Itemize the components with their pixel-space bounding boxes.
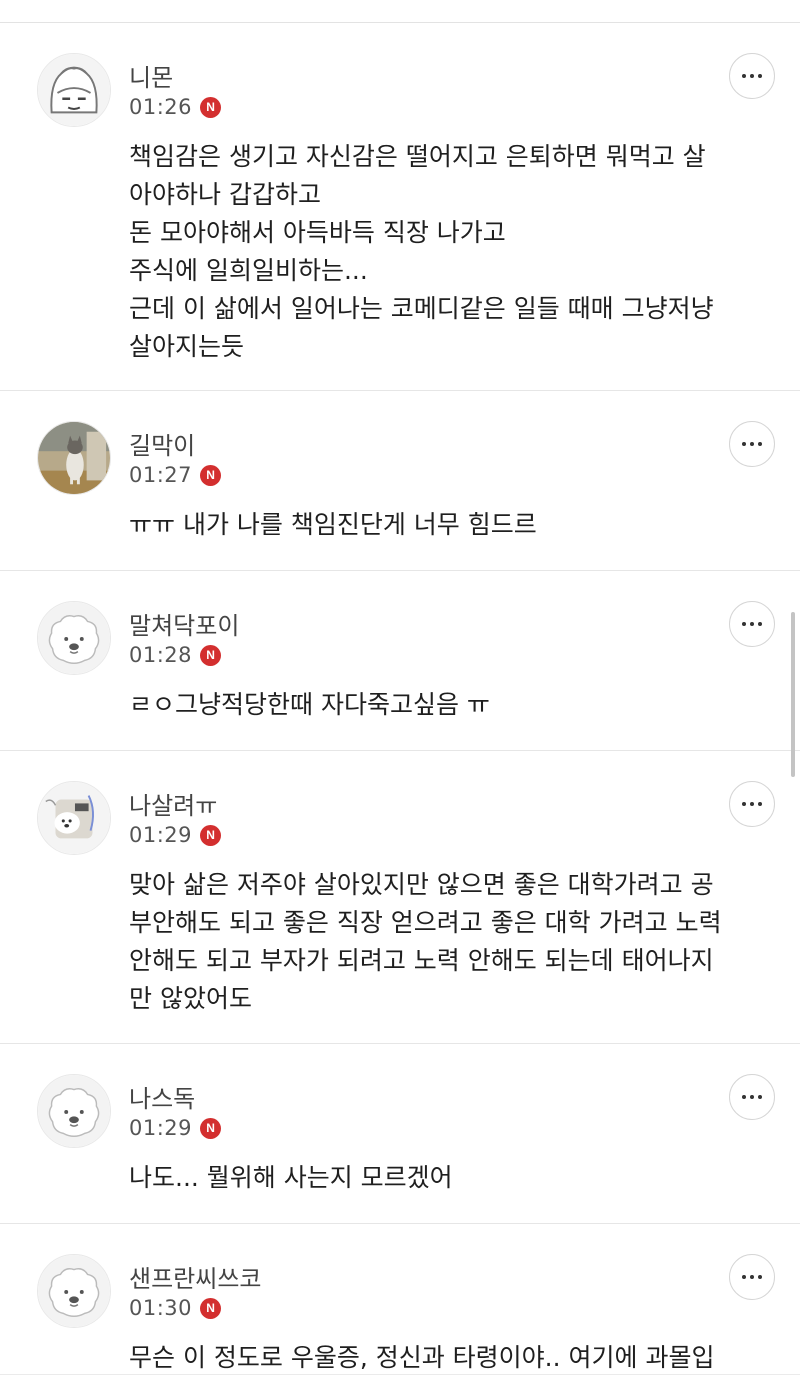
- more-options-button[interactable]: [729, 781, 775, 827]
- comment-item: 샌프란씨쓰코 01:30 N 무슨 이 정도로 우울증, 정신과 타령이야.. …: [0, 1224, 800, 1394]
- username[interactable]: 나살려ㅠ: [129, 786, 217, 821]
- new-badge: N: [200, 464, 222, 486]
- cat-photo-icon: [38, 422, 110, 494]
- more-dots-icon: [742, 442, 746, 446]
- bottom-bar: [0, 1374, 800, 1387]
- comment-text: ㅠㅠ 내가 나를 책임진단게 너무 힘드르: [129, 510, 537, 539]
- more-options-button[interactable]: [729, 601, 775, 647]
- username[interactable]: 길막이: [129, 426, 195, 461]
- more-dots-icon: [742, 1095, 746, 1099]
- more-dots-icon: [742, 622, 746, 626]
- more-options-button[interactable]: [729, 1254, 775, 1300]
- avatar[interactable]: [37, 1254, 111, 1328]
- avatar[interactable]: [37, 601, 111, 675]
- avatar[interactable]: [37, 1074, 111, 1148]
- scrollbar[interactable]: [791, 612, 795, 777]
- username[interactable]: 니몬: [129, 58, 173, 93]
- default-dog-icon: [38, 1075, 110, 1147]
- comment-time: 01:30: [129, 1296, 193, 1320]
- more-dots-icon: [742, 802, 746, 806]
- comment-item: 길막이 01:27 N ㅠㅠ 내가 나를 책임진단게 너무 힘드르: [0, 391, 800, 571]
- dog-photo-icon: [38, 782, 110, 854]
- avatar[interactable]: [37, 421, 111, 495]
- comment-item: 나살려ㅠ 01:29 N 맞아 삶은 저주야 살아있지만 않으면 좋은 대학가려…: [0, 751, 800, 1044]
- username[interactable]: 샌프란씨쓰코: [129, 1259, 261, 1294]
- comment-item: 나스독 01:29 N 나도... 뭘위해 사는지 모르겠어: [0, 1044, 800, 1224]
- new-badge: N: [200, 96, 222, 118]
- comment-item: 니몬 01:26 N 책임감은 생기고 자신감은 떨어지고 은퇴하면 뭐먹고 살…: [0, 23, 800, 391]
- default-dog-icon: [38, 602, 110, 674]
- new-badge: N: [200, 1117, 222, 1139]
- comment-text: 맞아 삶은 저주야 살아있지만 않으면 좋은 대학가려고 공 부안해도 되고 좋…: [129, 870, 722, 1013]
- avatar[interactable]: [37, 781, 111, 855]
- comment-text: ㄹㅇ그냥적당한때 자다죽고싶음 ㅠ: [129, 690, 490, 719]
- more-dots-icon: [742, 74, 746, 78]
- more-options-button[interactable]: [729, 1074, 775, 1120]
- comment-time: 01:29: [129, 823, 193, 847]
- comment-text: 나도... 뭘위해 사는지 모르겠어: [129, 1163, 453, 1192]
- more-options-button[interactable]: [729, 53, 775, 99]
- more-options-button[interactable]: [729, 421, 775, 467]
- more-dots-icon: [742, 1275, 746, 1279]
- new-badge: N: [200, 644, 222, 666]
- default-dog-icon: [38, 1255, 110, 1327]
- top-divider: [0, 0, 800, 23]
- comment-text: 무슨 이 정도로 우울증, 정신과 타령이야.. 여기에 과몰입: [129, 1343, 715, 1372]
- cartoon-character-icon: [38, 54, 110, 126]
- comment-time: 01:27: [129, 463, 193, 487]
- avatar[interactable]: [37, 53, 111, 127]
- comment-time: 01:28: [129, 643, 193, 667]
- new-badge: N: [200, 824, 222, 846]
- new-badge: N: [200, 1297, 222, 1319]
- username[interactable]: 말쳐닥포이: [129, 606, 239, 641]
- comment-item: 말쳐닥포이 01:28 N ㄹㅇ그냥적당한때 자다죽고싶음 ㅠ: [0, 571, 800, 751]
- comment-text: 책임감은 생기고 자신감은 떨어지고 은퇴하면 뭐먹고 살 아야하나 갑갑하고 …: [129, 142, 714, 361]
- comment-time: 01:26: [129, 95, 193, 119]
- username[interactable]: 나스독: [129, 1079, 195, 1114]
- comment-time: 01:29: [129, 1116, 193, 1140]
